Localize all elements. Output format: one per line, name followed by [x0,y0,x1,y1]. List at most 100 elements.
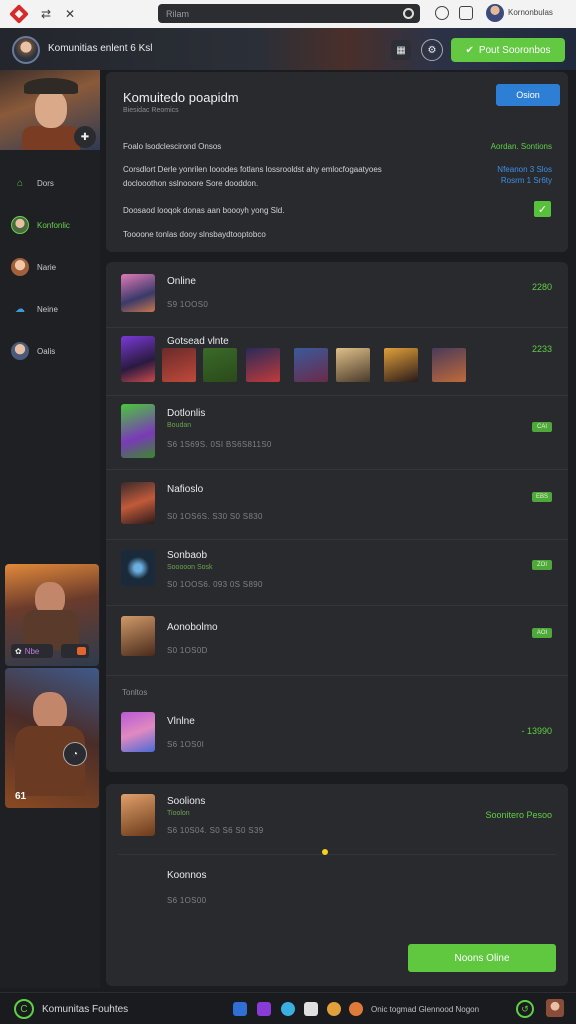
game-thumbnail[interactable] [162,348,196,382]
game-thumbnail[interactable] [246,348,280,382]
app-icon[interactable] [281,1002,295,1016]
sidebar-item-community[interactable]: Konfonlic [0,204,100,246]
item-name: Nafioslo [167,484,204,495]
game-thumbnail[interactable] [432,348,466,382]
shuffle-icon[interactable]: ⇄ [38,6,54,22]
sidebar-item-members[interactable]: Narie [0,246,100,288]
user-avatar[interactable] [546,999,564,1017]
list-item[interactable]: Gotsead vlnte 2233 [106,328,568,396]
app-icon[interactable] [327,1002,341,1016]
blue-note: Rosrm 1 Sr6ty [500,176,552,185]
list-item[interactable]: Sonbaob Sooooon Sosk S0 1OOS6. 093 0S S8… [106,540,568,606]
user-avatar[interactable] [486,4,504,22]
panel-title: Komuitedo poapidm [123,90,239,105]
sidebar-item-label: Neine [37,304,58,314]
thumbnail [121,550,155,586]
game-thumbnail[interactable] [203,348,237,382]
app-logo[interactable] [9,4,29,24]
browser-toolbar: ⇄ ✕ Rilam Kornonbulas [0,0,576,28]
community-logo-icon[interactable]: C [14,999,34,1019]
sidebar-item-label: Dors [37,178,54,188]
thumbnail [121,336,155,382]
game-thumbnail[interactable] [384,348,418,382]
sidebar-item-groups[interactable]: ☁ Neine [0,288,100,330]
join-button[interactable]: ✔ Pout Sooronbos [451,38,565,62]
camera-icon[interactable] [403,8,414,19]
item-tag: Boudan [167,422,192,429]
status-link[interactable]: Aordan. Sontions [491,142,552,151]
divider [118,854,556,855]
item-meta: S6 1S69S. 0SI BS6S811S0 [167,440,272,449]
card-number: 61 [15,791,27,802]
item-name: Sonbaob [167,550,208,561]
item-name: Aonobolmo [167,622,218,633]
blue-notes[interactable]: Nfeanon 3 Slos Rosrm 1 Sr6ty [497,164,552,186]
timer-icon[interactable]: ◔ [63,742,87,766]
list-item[interactable]: Aonobolmo S0 1OS0D AOI [106,606,568,676]
agree-checkbox[interactable]: ✓ [534,201,551,217]
list-item[interactable]: Vlnlne S6 1OS0I - 13990 [106,702,568,772]
online-status-icon[interactable]: ↺ [516,1000,534,1018]
thumbnail [121,794,155,836]
avatar-icon [11,342,29,360]
status-badge: AOI [532,628,552,638]
sidebar-item-other[interactable]: Oalis [0,330,100,372]
section-label: Tonltos [122,688,148,697]
app-icon[interactable] [304,1002,318,1016]
game-thumbnail[interactable] [294,348,328,382]
info-line: Corsdlort Derle yonrilen Iooodes fotlans… [123,165,382,174]
apps-icon[interactable]: ▦ [391,40,411,60]
sidebar-nav: ⌂ Dors Konfonlic Narie ☁ Neine Oalis [0,162,100,372]
item-meta: S0 1OOS6. 093 0S S890 [167,580,263,589]
list-item[interactable]: Nafioslo S0 1OS6S. S30 S0 S830 EBS [106,470,568,540]
list-item[interactable]: Dotlonlis Boudan S6 1S69S. 0SI BS6S811S0… [106,396,568,470]
item-name: Vlnlne [167,716,195,727]
item-value: Soonitero Pesoo [485,810,552,820]
status-badge: ZOI [532,560,552,570]
online-panel: Soolions Tioolon S6 10S04. S0 S6 S0 S39 … [106,784,568,986]
sidebar-hero-image: ✚ [0,70,100,150]
item-name[interactable]: Soolions [167,796,205,807]
go-online-button[interactable]: Noons Oline [408,944,556,972]
sidebar-item-label: Oalis [37,346,56,356]
item-meta: S6 1OS0I [167,740,205,749]
avatar-icon [11,258,29,276]
app-icon[interactable] [349,1002,363,1016]
app-icon[interactable] [257,1002,271,1016]
thumbnail [121,274,155,312]
settings-icon[interactable]: ⚙ [421,39,443,61]
featured-card[interactable]: ✿ Nbe [5,564,99,666]
options-button[interactable]: Osion [496,84,560,106]
join-button-label: Pout Sooronbos [478,44,551,56]
featured-card[interactable]: ◔ 61 [5,668,99,808]
user-name[interactable]: Kornonbulas [508,8,553,17]
community-title: Komunitias enlent 6 Ksl [48,43,153,54]
item-value: - 13990 [521,726,552,736]
list-item[interactable]: Online S9 1OOS0 2280 [106,262,568,328]
status-badge: EBS [532,492,552,502]
game-thumbnail[interactable] [336,348,370,382]
tools-icon[interactable]: ✚ [74,126,96,148]
item-name[interactable]: Koonnos [167,870,206,881]
panel-subtitle: Biesidac Reomics [123,107,179,114]
sidebar-item-label: Narie [37,262,57,272]
share-icon[interactable] [459,6,473,20]
taskbar: C Komunitas Fouhtes Onic togmad Glennood… [0,992,576,1024]
app-icon[interactable] [233,1002,247,1016]
thumbnail [121,404,155,458]
close-icon[interactable]: ✕ [62,6,78,22]
sidebar-item-home[interactable]: ⌂ Dors [0,162,100,204]
thumbnail [121,712,155,752]
item-meta: S0 1OS6S. S30 S0 S830 [167,512,263,521]
group-icon: ☁ [15,303,25,315]
thumbnail [121,482,155,524]
address-text: Rilam [166,8,190,19]
avatar-icon [11,216,29,234]
community-avatar[interactable] [12,36,40,64]
sidebar: ✚ ⌂ Dors Konfonlic Narie ☁ Neine Oalis ✿… [0,70,100,988]
sidebar-item-label: Konfonlic [37,220,70,230]
about-panel: Komuitedo poapidm Biesidac Reomics Osion… [106,72,568,252]
address-bar[interactable]: Rilam [158,4,420,23]
item-tag: Sooooon Sosk [167,564,213,571]
discord-icon[interactable] [435,6,449,20]
